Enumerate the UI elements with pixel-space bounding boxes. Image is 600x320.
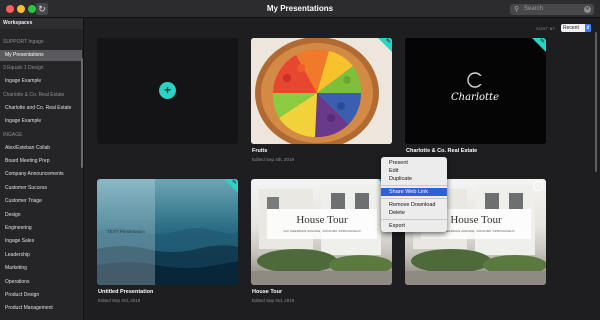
card-title: House Tour: [252, 289, 283, 295]
pencil-icon: ✎: [231, 180, 237, 186]
menu-item-remove-download[interactable]: Remove Download: [381, 201, 447, 209]
sidebar-item[interactable]: Leadership: [0, 250, 82, 261]
title-overlay-panel: House Tour 123 SHERMAN AVENUE, DUNKIRK S…: [267, 209, 377, 239]
pencil-icon: ✎: [539, 39, 545, 45]
minimize-window-button[interactable]: [17, 5, 25, 13]
menu-item-share-web-link[interactable]: Share Web Link: [381, 188, 447, 196]
thumbnail-subtitle: 123 SHERMAN AVENUE, DUNKIRK SPRINGFIELD: [283, 229, 361, 233]
sidebar-item[interactable]: My Presentations: [0, 50, 82, 61]
search-placeholder: Search: [524, 6, 544, 12]
sidebar-section-header: 3 Equals 1 Design: [3, 65, 44, 72]
menu-item-duplicate[interactable]: Duplicate: [381, 175, 447, 183]
menu-separator: [381, 198, 447, 199]
pencil-icon: ✎: [385, 39, 391, 45]
title-bar: ↻ My Presentations ⚲ Search ✕: [0, 0, 600, 18]
menu-separator: [381, 219, 447, 220]
untitled-thumbnail[interactable]: TEXT Presentation ✎: [97, 179, 238, 285]
new-presentation-thumbnail[interactable]: +: [97, 38, 238, 144]
card-subtitle: Edited Sep 3rd, 2019: [98, 298, 141, 303]
presentation-card-untitled[interactable]: TEXT Presentation ✎ Untitled Presentatio…: [97, 179, 238, 303]
sidebar-item[interactable]: Charlotte and Co. Real Estate: [0, 103, 82, 114]
menu-item-export[interactable]: Export: [381, 222, 447, 230]
sidebar-item[interactable]: Company Announcements: [0, 169, 82, 180]
presentation-card-fruits[interactable]: ✎ Fruits Edited Sep 4th, 2019: [251, 38, 392, 162]
card-title: Charlotte & Co. Real Estate: [406, 148, 478, 154]
sidebar-section-header: Charlotte & Co. Real Estate: [3, 91, 65, 98]
maximize-window-button[interactable]: [28, 5, 36, 13]
sidebar-item[interactable]: Product Management: [0, 303, 82, 314]
plus-icon[interactable]: +: [159, 82, 176, 99]
sidebar-item[interactable]: Operations: [0, 277, 82, 288]
main-content: SORT BY Recent ⇵ + ✎ Fruits Edited Sep 4…: [85, 18, 600, 320]
thumbnail-title: House Tour: [296, 214, 348, 226]
presentation-card-house-tour[interactable]: House Tour 123 SHERMAN AVENUE, DUNKIRK S…: [251, 179, 392, 303]
sidebar-scrollbar[interactable]: [81, 58, 83, 168]
sidebar-item[interactable]: Engineering: [0, 223, 82, 234]
sidebar: Workspaces SUPPORT Ingage My Presentation…: [0, 18, 84, 320]
search-input[interactable]: ⚲ Search ✕: [510, 4, 594, 15]
sidebar-item[interactable]: Ingage Example: [0, 116, 82, 127]
close-window-button[interactable]: [6, 5, 14, 13]
sidebar-item[interactable]: Ingage Example: [0, 76, 82, 87]
menu-item-edit[interactable]: Edit: [381, 167, 447, 175]
sort-by-label: SORT BY: [536, 26, 556, 31]
house-tour-thumbnail[interactable]: House Tour 123 SHERMAN AVENUE, DUNKIRK S…: [251, 179, 392, 285]
menu-separator: [381, 185, 447, 186]
charlotte-logo-text: Charlotte: [451, 92, 499, 103]
sidebar-header: Workspaces: [0, 18, 83, 29]
fruits-thumbnail[interactable]: ✎: [251, 38, 392, 144]
thumbnail-text: TEXT Presentation: [107, 229, 145, 234]
clear-search-icon[interactable]: ✕: [584, 6, 591, 13]
context-menu: Present Edit Duplicate Share Web Link Re…: [381, 157, 447, 232]
sidebar-item[interactable]: Marketing: [0, 263, 82, 274]
sidebar-item[interactable]: Board Meeting Prep: [0, 156, 82, 167]
card-subtitle: Edited Sep 4th, 2019: [252, 157, 295, 162]
menu-item-present[interactable]: Present: [381, 159, 447, 167]
chevron-down-icon: ⇵: [585, 24, 591, 32]
sidebar-item[interactable]: Customer Triage: [0, 196, 82, 207]
sidebar-item[interactable]: Alex/Esteban Collab: [0, 143, 82, 154]
window-title: My Presentations: [266, 4, 334, 13]
card-subtitle: Edited Sep 3rd, 2019: [252, 298, 295, 303]
content-scrollbar[interactable]: [595, 32, 597, 172]
card-title: Fruits: [252, 148, 268, 154]
sidebar-item[interactable]: Ingage Sales: [0, 236, 82, 247]
refresh-icon[interactable]: ↻: [36, 3, 48, 15]
presentation-card-charlotte[interactable]: Charlotte ✎ Charlotte & Co. Real Estate: [405, 38, 546, 154]
charlotte-thumbnail[interactable]: Charlotte ✎: [405, 38, 546, 144]
sidebar-section-header: INGAGE: [3, 131, 23, 138]
sidebar-item[interactable]: Design: [0, 210, 82, 221]
card-title: Untitled Presentation: [98, 289, 154, 295]
search-icon: ⚲: [514, 6, 520, 13]
sidebar-section-header: SUPPORT Ingage: [3, 39, 44, 45]
menu-item-delete[interactable]: Delete: [381, 209, 447, 217]
download-icon[interactable]: ↓: [533, 181, 543, 191]
sidebar-item[interactable]: Customer Success: [0, 183, 82, 194]
fruit-bowl-image: [251, 38, 392, 144]
sidebar-item[interactable]: Product Design: [0, 290, 82, 301]
sort-select[interactable]: Recent ⇵: [561, 24, 591, 32]
app-window: ↻ My Presentations ⚲ Search ✕ Workspaces…: [0, 0, 600, 320]
sort-select-value: Recent: [563, 25, 579, 31]
new-presentation-card[interactable]: +: [97, 38, 238, 144]
charlotte-logo-image: Charlotte: [405, 38, 546, 144]
